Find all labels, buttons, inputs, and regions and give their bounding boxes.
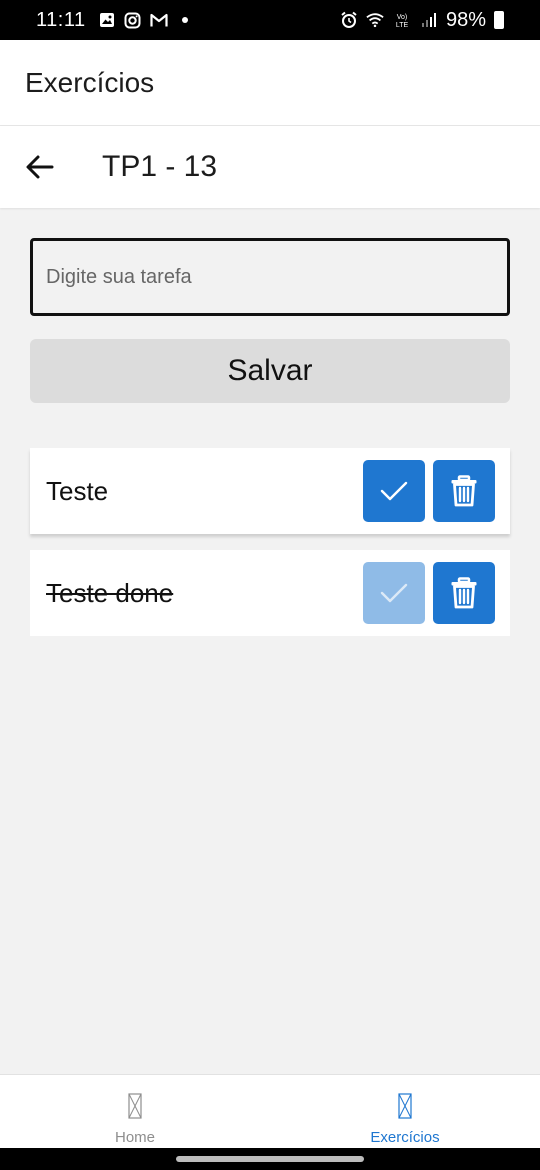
gmail-icon bbox=[149, 11, 168, 29]
complete-task-button[interactable] bbox=[363, 562, 425, 624]
status-time: 11:11 bbox=[36, 8, 86, 31]
nav-label-home: Home bbox=[114, 1129, 155, 1146]
home-gesture-handle[interactable] bbox=[176, 1156, 364, 1162]
trash-icon bbox=[451, 577, 477, 609]
nav-item-exercicios[interactable]: Exercícios bbox=[270, 1075, 540, 1148]
list-item: Teste done bbox=[30, 550, 510, 636]
back-button[interactable] bbox=[10, 137, 70, 197]
notification-dot-icon bbox=[181, 17, 188, 23]
save-button[interactable]: Salvar bbox=[30, 339, 510, 403]
svg-text:LTE: LTE bbox=[396, 22, 409, 29]
status-right: Vo) LTE 98% bbox=[340, 9, 504, 32]
sub-header: TP1 - 13 bbox=[0, 126, 540, 208]
list-item: Teste bbox=[30, 448, 510, 534]
alarm-icon bbox=[340, 11, 358, 29]
nav-label-exercicios: Exercícios bbox=[370, 1129, 440, 1146]
instagram-icon bbox=[124, 11, 142, 29]
wifi-icon bbox=[366, 11, 384, 29]
delete-task-button[interactable] bbox=[433, 562, 495, 624]
check-icon bbox=[380, 481, 408, 501]
task-label: Teste bbox=[46, 475, 109, 506]
volte-icon: Vo) LTE bbox=[392, 11, 412, 29]
bottom-nav: Home Exercícios bbox=[0, 1074, 540, 1148]
list-title: TP1 - 13 bbox=[102, 150, 218, 183]
delete-task-button[interactable] bbox=[433, 460, 495, 522]
task-label: Teste done bbox=[46, 577, 174, 608]
missing-image-icon bbox=[128, 1093, 142, 1119]
app-header: Exercícios bbox=[0, 40, 540, 126]
missing-image-icon bbox=[398, 1093, 412, 1119]
status-left: 11:11 bbox=[36, 9, 188, 32]
svg-text:Vo): Vo) bbox=[397, 14, 408, 21]
battery-percent: 98% bbox=[445, 8, 486, 31]
signal-icon bbox=[420, 11, 438, 29]
battery-icon bbox=[494, 11, 504, 29]
complete-task-button[interactable] bbox=[363, 460, 425, 522]
check-icon bbox=[380, 583, 408, 603]
page-title: Exercícios bbox=[25, 66, 155, 98]
status-bar: 11:11 Vo) LTE 98% bbox=[0, 0, 540, 40]
arrow-left-icon bbox=[26, 155, 54, 179]
task-input[interactable] bbox=[30, 238, 510, 316]
gesture-bar bbox=[0, 1148, 540, 1170]
nav-item-home[interactable]: Home bbox=[0, 1075, 270, 1148]
trash-icon bbox=[451, 475, 477, 507]
gallery-icon bbox=[98, 11, 116, 29]
